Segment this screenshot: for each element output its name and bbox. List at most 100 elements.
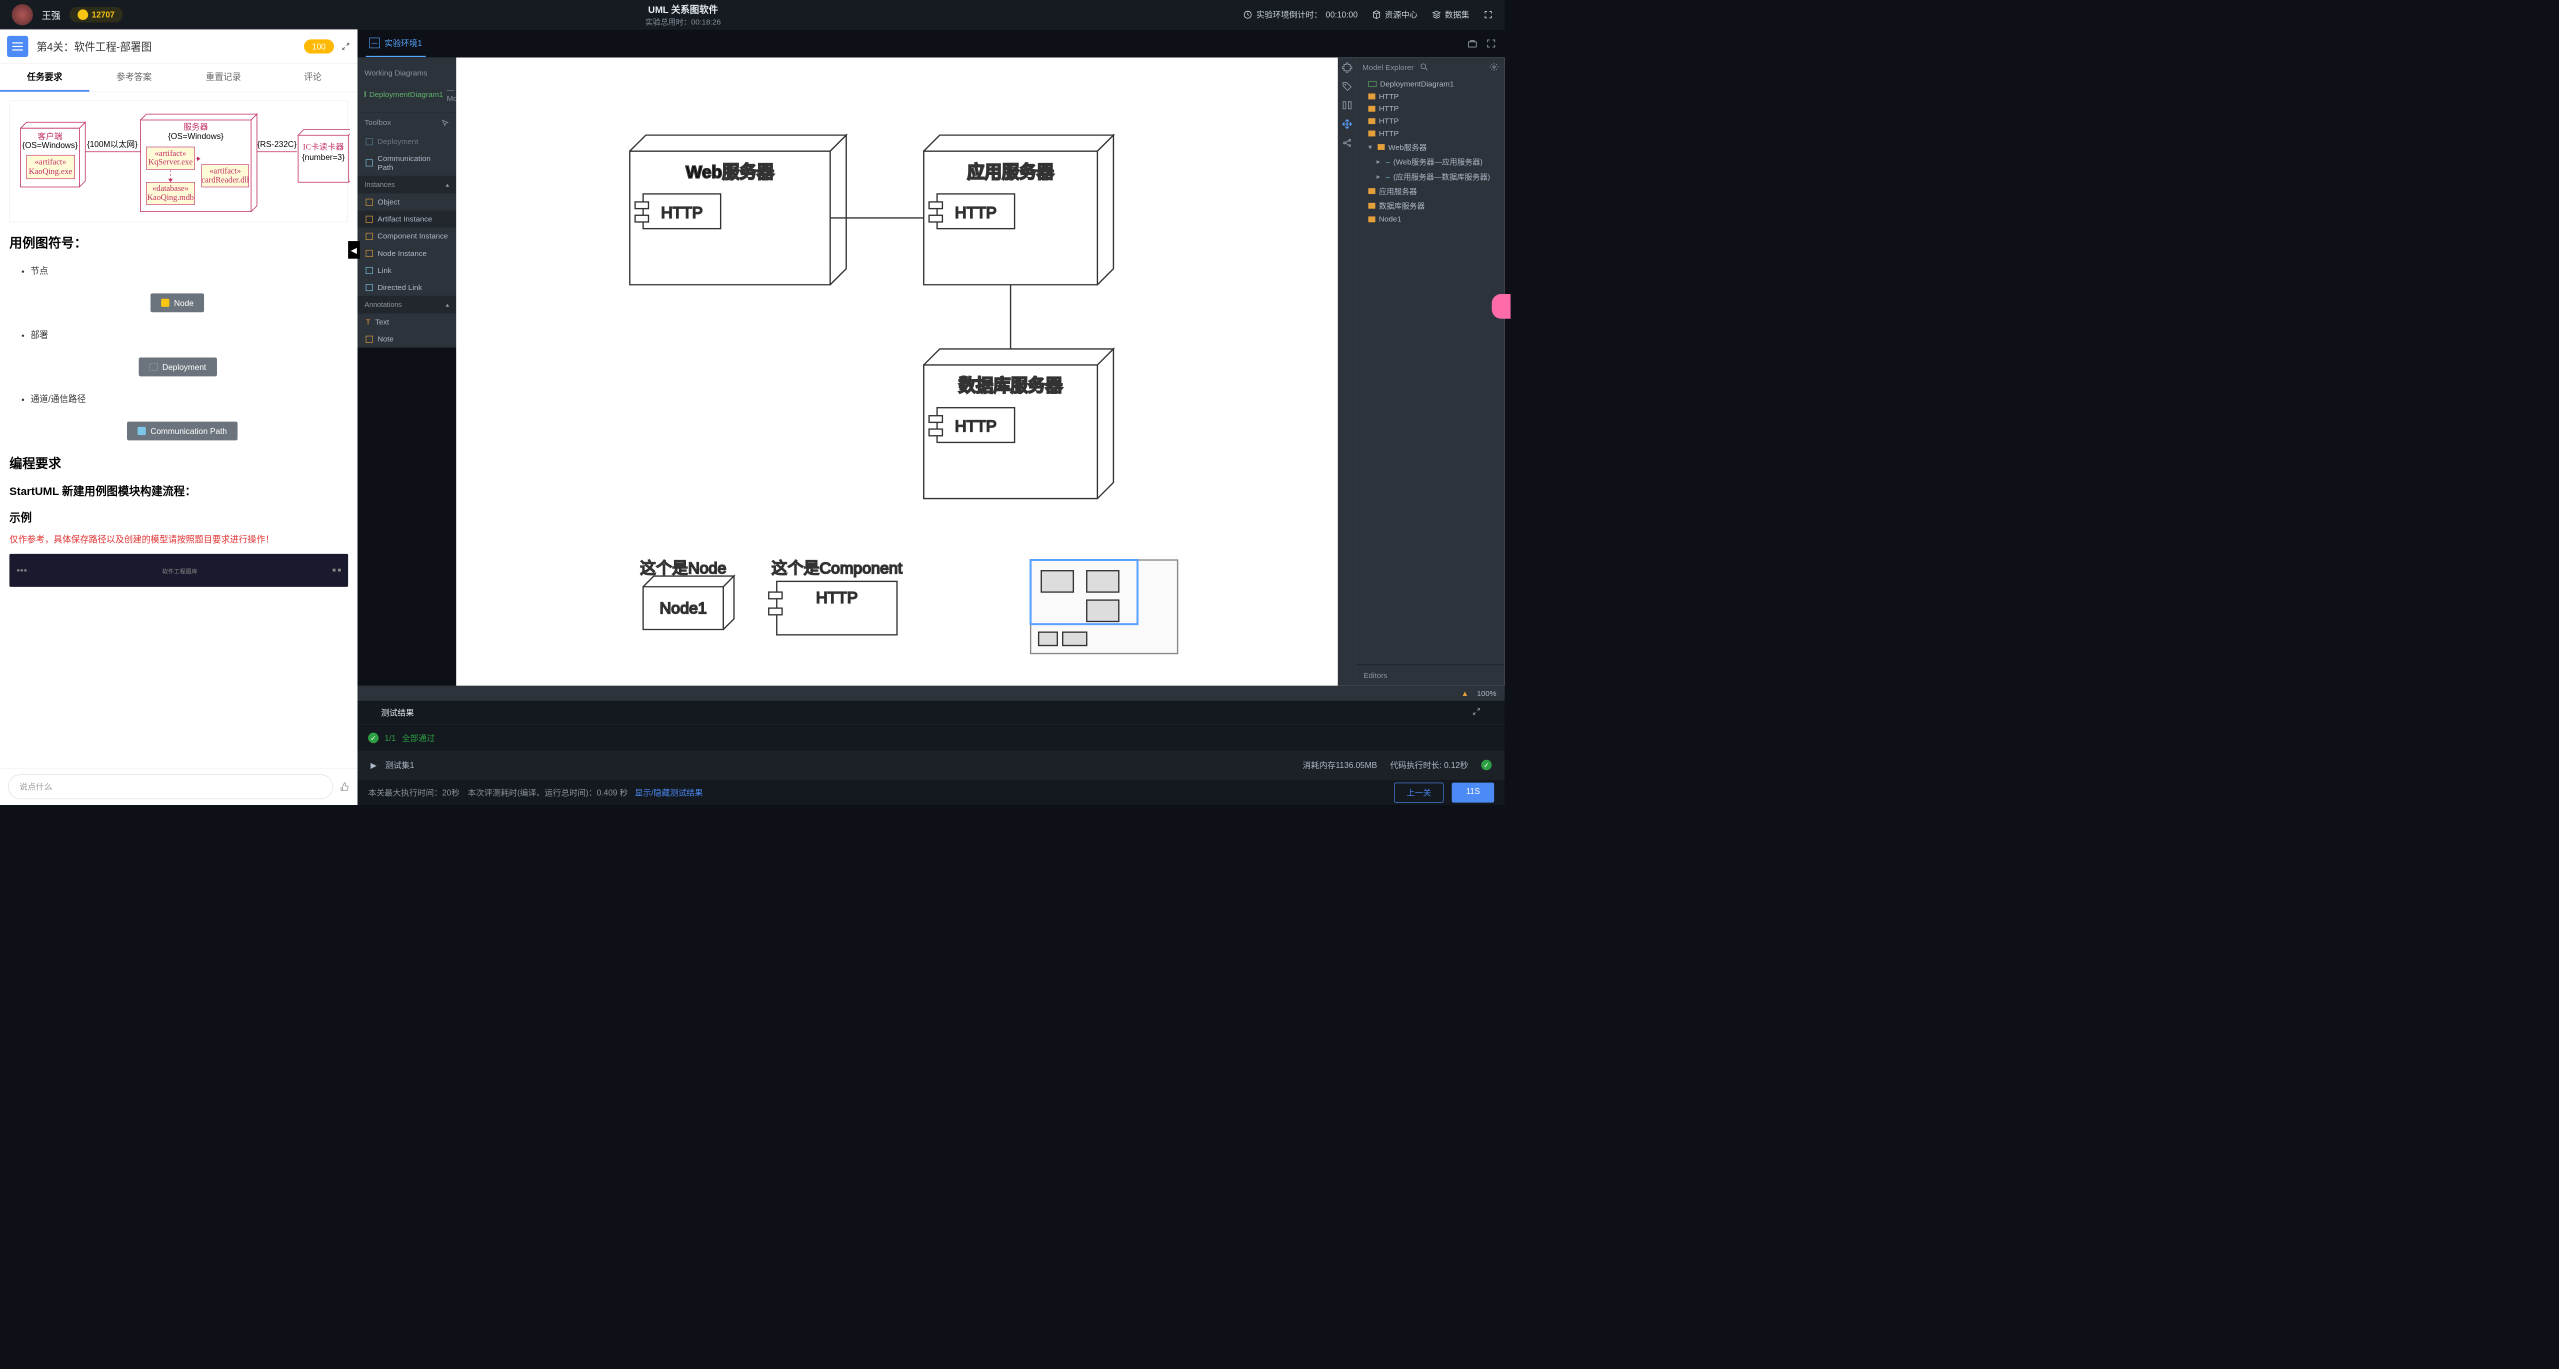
resource-center-link[interactable]: 资源中心	[1372, 9, 1418, 21]
avatar[interactable]	[12, 4, 33, 25]
svg-text:这个是Node: 这个是Node	[640, 559, 726, 577]
toolbox-icon[interactable]	[1467, 38, 1478, 49]
deployment-icon	[149, 363, 157, 371]
tree-http[interactable]: HTTP	[1357, 90, 1505, 102]
tree-web[interactable]: ▾Web服务器	[1357, 139, 1505, 154]
diagram-canvas[interactable]: Web服务器 HTTP 应用服务器 HTTP 数据库服务器	[456, 58, 1337, 686]
li-deploy: 部署	[31, 329, 349, 341]
section-flow: StartUML 新建用例图模块构建流程：	[9, 483, 348, 499]
svg-text:KaoQing.mdb: KaoQing.mdb	[147, 193, 194, 202]
expand-icon[interactable]	[341, 41, 350, 50]
countdown: 实验环境倒计时：00:10:00	[1243, 9, 1357, 21]
prev-button[interactable]: 上一关	[1394, 782, 1443, 802]
memory-usage: 消耗内存1136.05MB	[1303, 759, 1377, 771]
env-tab[interactable]: 实验环境1	[366, 30, 426, 57]
gear-icon[interactable]	[1489, 62, 1498, 71]
tree-node1[interactable]: Node1	[1357, 213, 1505, 225]
zoom-level[interactable]: 100%	[1477, 689, 1497, 698]
coin-icon	[78, 9, 89, 20]
tb-node-instance[interactable]: Node Instance	[358, 245, 457, 262]
li-node: 节点	[31, 265, 349, 277]
tb-text[interactable]: TText	[358, 313, 457, 330]
thumbs-up-icon[interactable]	[340, 782, 349, 791]
tree-rel1[interactable]: ▸⎯(Web服务器—应用服务器)	[1357, 154, 1505, 169]
tree-rel2[interactable]: ▸⎯(应用服务器—数据库服务器)	[1357, 169, 1505, 184]
tb-object[interactable]: Object	[358, 193, 457, 210]
dataset-link[interactable]: 数据集	[1432, 9, 1470, 21]
bottom-bar: 本关最大执行时间：20秒 本次评测耗时(编译、运行总时间)：0.409 秒 显示…	[358, 779, 1505, 805]
tab-requirements[interactable]: 任务要求	[0, 64, 89, 92]
warning-icon[interactable]: ▲	[1461, 689, 1469, 698]
test-set-row[interactable]: ▶测试集1 消耗内存1136.05MB 代码执行时长: 0.12秒 ✓	[358, 751, 1505, 779]
symbol-deployment: Deployment	[139, 358, 217, 377]
tb-deployment[interactable]: Deployment	[358, 133, 457, 150]
symbol-commpath: Communication Path	[127, 422, 238, 441]
tree-app[interactable]: 应用服务器	[1357, 183, 1505, 198]
task-content: 客户端 {OS=Windows} «artifact» KaoQing.exe …	[0, 92, 358, 805]
menu-button[interactable]	[7, 36, 28, 57]
tree-root[interactable]: DeploymentDiagram1	[1357, 78, 1505, 90]
svg-text:HTTP: HTTP	[661, 204, 703, 222]
columns-icon[interactable]	[1342, 100, 1353, 111]
search-icon[interactable]	[1420, 62, 1429, 71]
tree-http[interactable]: HTTP	[1357, 127, 1505, 139]
tree-http[interactable]: HTTP	[1357, 115, 1505, 127]
working-diagram-item[interactable]: DeploymentDiagram1— Mod	[358, 82, 457, 107]
tab-reset[interactable]: 重置记录	[179, 64, 268, 92]
svg-text:Node1: Node1	[660, 599, 707, 617]
explorer-title: Model Explorer	[1362, 63, 1413, 72]
editors-label: Editors	[1357, 664, 1505, 685]
share-icon[interactable]	[1342, 138, 1353, 149]
puzzle-icon[interactable]	[1342, 62, 1353, 73]
svg-text:数据库服务器: 数据库服务器	[958, 376, 1063, 396]
collapse-handle[interactable]: ◀	[348, 241, 360, 259]
tb-cat-instances[interactable]: Instances▴	[358, 176, 457, 194]
expand-results-icon[interactable]	[1472, 707, 1481, 716]
svg-text:HTTP: HTTP	[816, 589, 858, 607]
score-badge: 100	[304, 39, 334, 53]
app-title: UML 关系图软件	[645, 2, 721, 16]
move-icon[interactable]	[1342, 119, 1353, 130]
section-requirements: 编程要求	[9, 453, 348, 472]
help-bubble[interactable]	[1492, 294, 1511, 319]
tree-http[interactable]: HTTP	[1357, 102, 1505, 114]
tag-icon[interactable]	[1342, 81, 1353, 92]
example-diagram: 客户端 {OS=Windows} «artifact» KaoQing.exe …	[9, 101, 348, 223]
li-path: 通道/通信路径	[31, 393, 349, 405]
working-diagrams-panel: Working Diagrams DeploymentDiagram1— Mod	[358, 58, 457, 113]
node-icon	[1368, 216, 1375, 222]
svg-text:cardReader.dll: cardReader.dll	[201, 175, 249, 184]
expand-ide-icon[interactable]	[1486, 38, 1497, 49]
coins-badge[interactable]: 12707	[69, 7, 122, 22]
toggle-results-link[interactable]: 显示/隐藏测试结果	[635, 788, 703, 797]
tb-link[interactable]: Link	[358, 262, 457, 279]
symbol-node: Node	[151, 293, 205, 312]
tree-db[interactable]: 数据库服务器	[1357, 198, 1505, 213]
tb-directed-link[interactable]: Directed Link	[358, 279, 457, 296]
node-icon	[1368, 188, 1375, 194]
check-icon: ✓	[368, 733, 379, 744]
page-title: 第4关：软件工程-部署图	[36, 39, 303, 54]
svg-text:HTTP: HTTP	[955, 418, 997, 436]
tab-comment[interactable]: 评论	[268, 64, 357, 92]
svg-text:服务器: 服务器	[183, 121, 208, 131]
tb-note[interactable]: Note	[358, 330, 457, 347]
task-pane: 第4关：软件工程-部署图 100 任务要求 参考答案 重置记录 评论 客户端 {…	[0, 29, 358, 805]
tab-answer[interactable]: 参考答案	[89, 64, 178, 92]
node-icon	[1368, 203, 1375, 209]
next-button[interactable]: 11S	[1452, 782, 1494, 802]
tb-artifact-instance[interactable]: Artifact Instance	[358, 211, 457, 228]
fullscreen-icon[interactable]	[1484, 10, 1493, 19]
tb-commpath[interactable]: Communication Path	[358, 150, 457, 176]
tb-component-instance[interactable]: Component Instance	[358, 228, 457, 245]
model-explorer: Model Explorer DeploymentDiagram1 HTTP H…	[1357, 58, 1505, 686]
comment-input[interactable]: 说点什么	[8, 774, 333, 799]
cube-icon	[1372, 10, 1381, 19]
test-results-tab[interactable]: 测试结果	[381, 707, 414, 719]
svg-text:{OS=Windows}: {OS=Windows}	[168, 132, 224, 141]
top-header: 王强 12707 UML 关系图软件 实验总用时：00:18:26 实验环境倒计…	[0, 0, 1505, 29]
svg-text:{RS-232C}: {RS-232C}	[257, 140, 297, 149]
section-example: 示例	[9, 509, 348, 525]
ide-pane: 实验环境1 Working Diagrams DeploymentDiagram…	[358, 29, 1505, 805]
tb-cat-annotations[interactable]: Annotations▴	[358, 296, 457, 314]
